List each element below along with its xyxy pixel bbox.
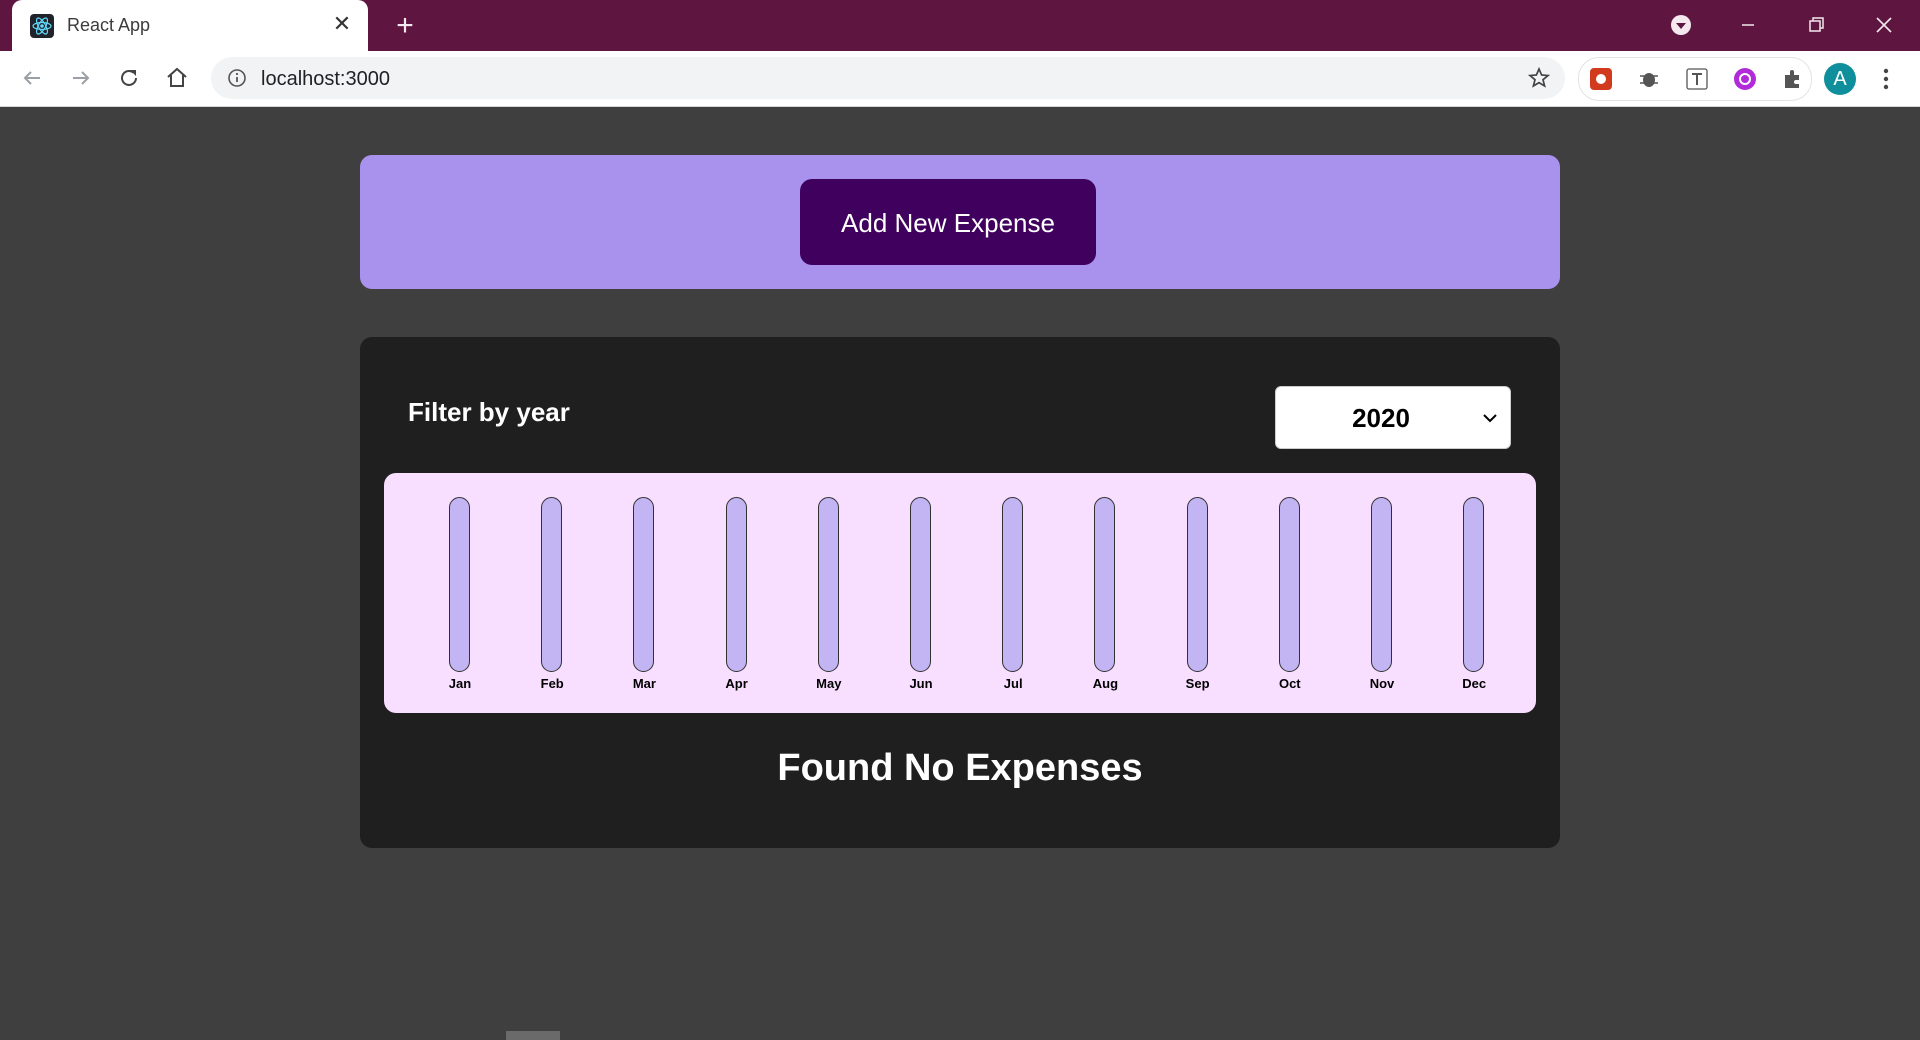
chart-bar-track bbox=[1463, 497, 1485, 672]
extension-red-icon[interactable] bbox=[1589, 67, 1613, 91]
home-icon[interactable] bbox=[163, 64, 191, 92]
chart-bar-track bbox=[1186, 497, 1208, 672]
selected-year: 2020 bbox=[1352, 403, 1410, 433]
chart-bar-label: Mar bbox=[632, 676, 656, 691]
chart-bar: Mar bbox=[614, 497, 674, 697]
extensions-area bbox=[1578, 57, 1812, 101]
browser-titlebar: React App ✕ + bbox=[0, 0, 1920, 51]
chart-bar-track bbox=[541, 497, 563, 672]
browser-toolbar: localhost:3000 A bbox=[0, 51, 1920, 107]
react-icon bbox=[30, 14, 54, 38]
text-t-icon[interactable] bbox=[1685, 67, 1709, 91]
chart-bar-label: May bbox=[816, 676, 842, 691]
tab-search-icon[interactable] bbox=[1666, 10, 1696, 40]
horizontal-scrollbar[interactable] bbox=[506, 1031, 560, 1040]
new-tab-button[interactable]: + bbox=[390, 11, 420, 41]
chart-bar-track bbox=[1094, 497, 1116, 672]
menu-kebab-icon[interactable] bbox=[1874, 64, 1898, 94]
address-bar[interactable]: localhost:3000 bbox=[211, 57, 1565, 99]
chart-bar-label: Jul bbox=[1003, 676, 1023, 691]
chart-bar-track bbox=[633, 497, 655, 672]
minimize-icon[interactable] bbox=[1733, 10, 1763, 40]
chart-bar: May bbox=[799, 497, 859, 697]
site-info-icon[interactable] bbox=[227, 68, 247, 88]
empty-message: Found No Expenses bbox=[777, 747, 1143, 789]
close-tab-icon[interactable]: ✕ bbox=[330, 12, 354, 36]
chart-bar-label: Sep bbox=[1185, 676, 1210, 691]
extension-purple-icon[interactable] bbox=[1733, 67, 1757, 91]
chart-bar: Dec bbox=[1444, 497, 1504, 697]
filter-label: Filter by year bbox=[408, 397, 570, 427]
chart-bar-track bbox=[725, 497, 747, 672]
chart-bar: Jul bbox=[983, 497, 1043, 697]
chart-bar: Sep bbox=[1168, 497, 1228, 697]
profile-avatar[interactable]: A bbox=[1824, 63, 1856, 95]
chart-bar-track bbox=[449, 497, 470, 672]
chart-bar-label: Jan bbox=[448, 676, 472, 691]
chart-bar: Jan bbox=[430, 497, 490, 697]
chart-bar-track bbox=[1002, 497, 1024, 672]
chart-bar-label: Apr bbox=[725, 676, 748, 691]
browser-tab[interactable]: React App ✕ bbox=[12, 0, 368, 51]
chart-bar-label: Dec bbox=[1462, 676, 1487, 691]
chart-bar-label: Feb bbox=[540, 676, 564, 691]
expenses-card: Filter by year 2020 Jan Feb Mar Apr May Jun Ju… bbox=[360, 337, 1560, 848]
chart-bar-label: Oct bbox=[1278, 676, 1301, 691]
chart-bar: Apr bbox=[707, 497, 767, 697]
chart-bar-label: Aug bbox=[1092, 676, 1119, 691]
bookmark-star-icon[interactable] bbox=[1527, 66, 1551, 90]
chart-bar: Nov bbox=[1352, 497, 1412, 697]
bug-icon[interactable] bbox=[1637, 67, 1661, 91]
chart-bar: Oct bbox=[1260, 497, 1320, 697]
forward-arrow-icon[interactable] bbox=[67, 64, 95, 92]
chart-bar-track bbox=[817, 497, 839, 672]
restore-icon[interactable] bbox=[1801, 10, 1831, 40]
chart-bar-track bbox=[910, 497, 931, 672]
chart-bar: Jun bbox=[891, 497, 951, 697]
expenses-chart: Jan Feb Mar Apr May Jun Jul Aug Sep Oct Nov Dec bbox=[384, 473, 1536, 713]
new-expense-panel: Add New Expense bbox=[360, 155, 1560, 289]
tab-title: React App bbox=[67, 15, 151, 35]
close-window-icon[interactable] bbox=[1869, 10, 1899, 40]
chart-bar-track bbox=[1278, 497, 1300, 672]
chart-bar-label: Nov bbox=[1369, 676, 1395, 691]
puzzle-extensions-icon[interactable] bbox=[1781, 67, 1805, 91]
chart-bar-track bbox=[1371, 497, 1392, 672]
chart-bar: Aug bbox=[1075, 497, 1135, 697]
url-text: localhost:3000 bbox=[261, 68, 390, 90]
reload-icon[interactable] bbox=[115, 64, 143, 92]
chevron-down-icon bbox=[1482, 411, 1498, 423]
chart-bar-label: Jun bbox=[909, 676, 933, 691]
chart-bar: Feb bbox=[522, 497, 582, 697]
add-new-expense-button[interactable]: Add New Expense bbox=[800, 179, 1096, 265]
year-select[interactable]: 2020 bbox=[1275, 386, 1511, 449]
back-arrow-icon[interactable] bbox=[18, 64, 46, 92]
